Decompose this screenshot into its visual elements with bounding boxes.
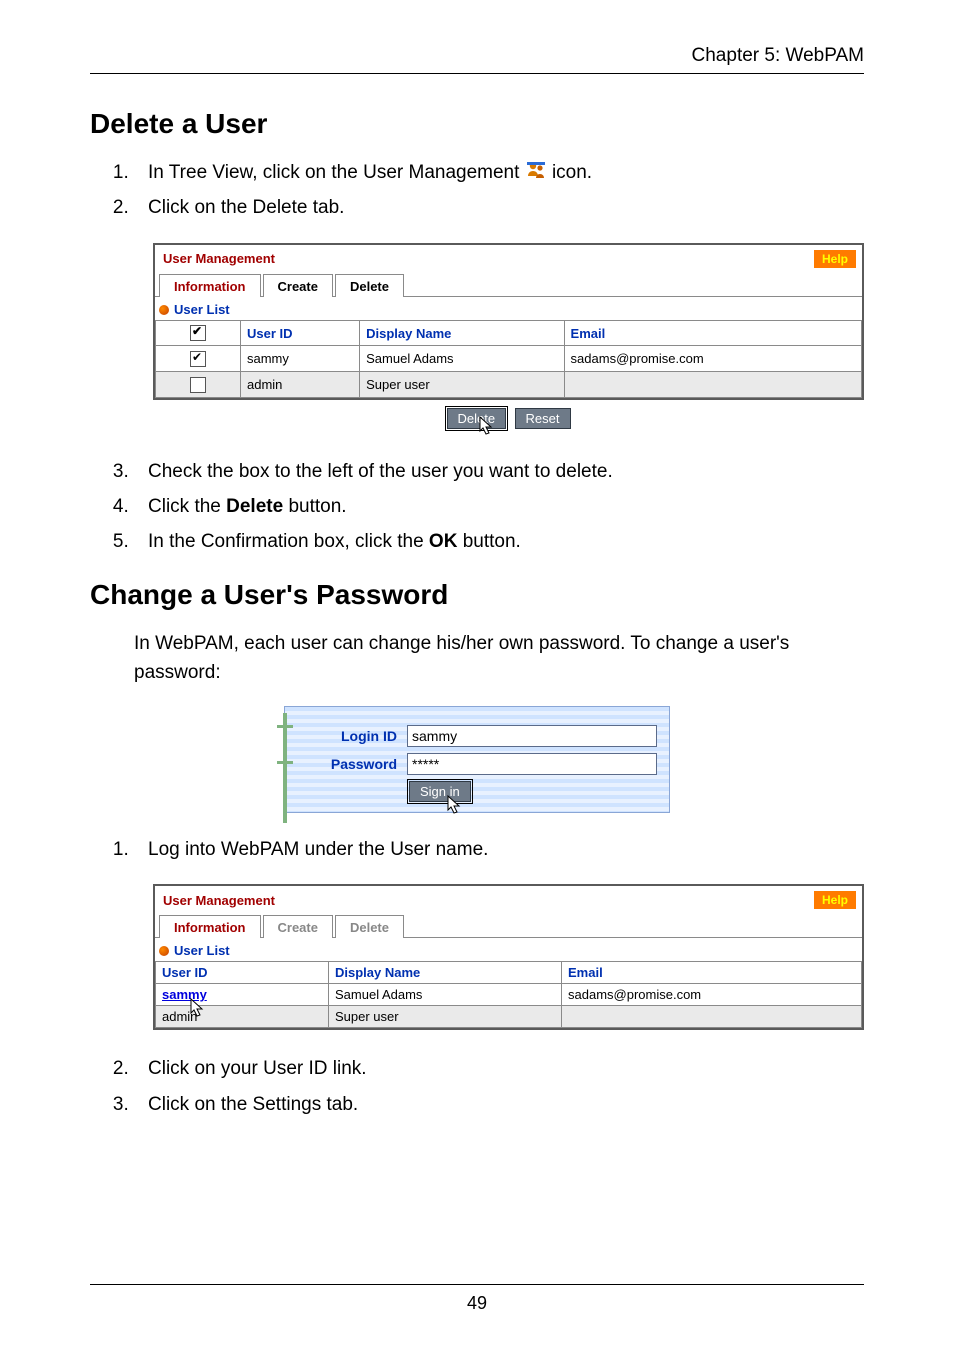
select-all-checkbox[interactable] <box>190 325 206 341</box>
sign-in-button[interactable]: Sign in <box>409 781 471 802</box>
tree-decoration-icon <box>277 713 293 823</box>
password-input[interactable] <box>407 753 657 775</box>
col-email: Email <box>562 962 862 984</box>
delete-button[interactable]: Delete <box>447 408 507 429</box>
col-display-name: Display Name <box>360 320 564 346</box>
table-row: admin Super user <box>156 1006 862 1028</box>
cell-email <box>564 372 861 398</box>
step-5: In the Confirmation box, click the OK bu… <box>134 527 864 556</box>
panel-title: User Management <box>163 251 275 266</box>
login-id-input[interactable] <box>407 725 657 747</box>
tab-delete[interactable]: Delete <box>335 274 404 297</box>
cell-user-id: admin <box>241 372 360 398</box>
step-2-text: Click on the Delete tab. <box>148 197 344 218</box>
step-c1: Log into WebPAM under the User name. <box>134 835 864 864</box>
table-row: sammy Samuel Adams sadams@promise.com <box>156 984 862 1006</box>
col-user-id: User ID <box>156 962 329 984</box>
user-management-icon <box>525 160 547 182</box>
help-button[interactable]: Help <box>814 250 856 268</box>
panel-title: User Management <box>163 893 275 908</box>
cell-email <box>562 1006 862 1028</box>
user-list-subhead: User List <box>155 938 862 961</box>
cell-user-id: sammy <box>241 346 360 372</box>
section-title-delete-user: Delete a User <box>90 108 864 140</box>
user-id-link[interactable]: sammy <box>162 987 207 1002</box>
user-management-info-panel: User Management Help Information Create … <box>153 884 864 1030</box>
tab-delete[interactable]: Delete <box>335 915 404 938</box>
bold-ok: OK <box>429 531 458 552</box>
tab-information[interactable]: Information <box>159 274 261 297</box>
cell-display: Samuel Adams <box>360 346 564 372</box>
step-c2: Click on your User ID link. <box>134 1054 864 1083</box>
cell-email: sadams@promise.com <box>564 346 861 372</box>
user-list-subhead: User List <box>155 297 862 320</box>
user-list-table: User ID Display Name Email sammy Samuel … <box>155 961 862 1028</box>
change-password-intro: In WebPAM, each user can change his/her … <box>134 629 864 688</box>
col-user-id: User ID <box>241 320 360 346</box>
step-c3: Click on the Settings tab. <box>134 1090 864 1119</box>
tab-information[interactable]: Information <box>159 915 261 938</box>
cell-user-id: admin <box>156 1006 329 1028</box>
table-row: admin Super user <box>156 372 862 398</box>
step-1-text-a: In Tree View, click on the User Manageme… <box>148 162 525 183</box>
user-list-table: User ID Display Name Email sammy Samuel … <box>155 320 862 398</box>
running-header: Chapter 5: WebPAM <box>90 45 864 74</box>
step-1: In Tree View, click on the User Manageme… <box>134 158 864 187</box>
col-display-name: Display Name <box>329 962 562 984</box>
step-3: Check the box to the left of the user yo… <box>134 457 864 486</box>
login-panel: Login ID Password Sign in <box>284 706 670 813</box>
cell-email: sadams@promise.com <box>562 984 862 1006</box>
cell-display: Samuel Adams <box>329 984 562 1006</box>
help-button[interactable]: Help <box>814 891 856 909</box>
cell-display: Super user <box>329 1006 562 1028</box>
bold-delete: Delete <box>226 496 283 517</box>
page-number: 49 <box>90 1284 864 1314</box>
col-email: Email <box>564 320 861 346</box>
login-id-label: Login ID <box>297 728 407 744</box>
tab-create[interactable]: Create <box>263 915 333 938</box>
step-1-text-b: icon. <box>552 162 592 183</box>
row-checkbox[interactable] <box>190 377 206 393</box>
row-checkbox[interactable] <box>190 351 206 367</box>
table-row: sammy Samuel Adams sadams@promise.com <box>156 346 862 372</box>
cell-display: Super user <box>360 372 564 398</box>
step-4: Click the Delete button. <box>134 492 864 521</box>
tab-create[interactable]: Create <box>263 274 333 297</box>
reset-button[interactable]: Reset <box>515 408 571 429</box>
password-label: Password <box>297 756 407 772</box>
step-2: Click on the Delete tab. <box>134 193 864 222</box>
user-management-delete-panel: User Management Help Information Create … <box>153 243 864 400</box>
section-title-change-password: Change a User's Password <box>90 579 864 611</box>
